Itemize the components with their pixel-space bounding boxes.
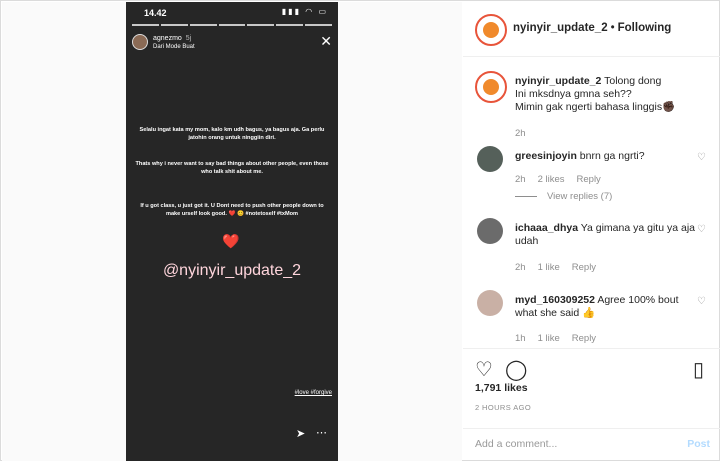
- comment-like-icon[interactable]: ♡: [697, 296, 706, 307]
- story-subtitle: Dari Mode Buat: [153, 44, 195, 50]
- comment-meta: 2h 2 likes Reply: [515, 174, 601, 185]
- instagram-post-window: 14.42 ▮▮▮ ◠ ▭ agnezmo 5j Dari Mode Buat ✕…: [0, 0, 720, 461]
- story-username: agnezmo 5j: [153, 35, 192, 42]
- comment-icon[interactable]: ◯: [505, 357, 527, 382]
- comment-meta: 1h 1 like Reply: [515, 333, 596, 344]
- comment-likes[interactable]: 1 like: [538, 262, 560, 273]
- comment-like-icon[interactable]: ♡: [697, 152, 706, 163]
- story-progress-bars: [132, 24, 333, 26]
- add-comment-input[interactable]: Add a comment...: [475, 438, 557, 450]
- comment-time[interactable]: 2h: [515, 174, 526, 185]
- comment-reply-button[interactable]: Reply: [577, 174, 601, 185]
- comment-avatar[interactable]: [477, 218, 503, 244]
- comments-list: nyinyir_update_2 Tolong dong Ini mksdnya…: [463, 58, 720, 347]
- wifi-icon: ◠: [305, 7, 315, 16]
- send-icon: ➤: [296, 428, 306, 440]
- story-clock: 14.42: [144, 8, 167, 18]
- comment-username[interactable]: greesinjoyin: [515, 150, 577, 162]
- comment-username[interactable]: myd_160309252: [515, 294, 595, 306]
- more-icon: ⋯: [316, 427, 327, 439]
- post-actions: ♡ ◯ ▯ 1,791 likes 2 HOURS AGO: [463, 348, 720, 428]
- comment-time[interactable]: 2h: [515, 262, 526, 273]
- story-heart: ❤️: [222, 233, 240, 249]
- story-time: 5j: [185, 35, 192, 42]
- story-paragraph-3: If u got class, u just got it. U Dont ne…: [140, 203, 324, 217]
- comment-row: greesinjoyin bnrn ga ngrti?: [515, 150, 685, 163]
- caption-username[interactable]: nyinyir_update_2: [515, 75, 601, 87]
- comment-likes[interactable]: 2 likes: [538, 174, 565, 185]
- comment-time[interactable]: 1h: [515, 333, 526, 344]
- view-replies-button[interactable]: View replies (7): [515, 191, 612, 202]
- signal-icon: ▮▮▮: [281, 7, 301, 16]
- comment-avatar[interactable]: [477, 146, 503, 172]
- heart-icon[interactable]: ♡: [475, 357, 493, 382]
- caption: nyinyir_update_2 Tolong dong Ini mksdnya…: [515, 75, 710, 114]
- comment-row: myd_160309252 Agree 100% bout what she s…: [515, 294, 695, 320]
- header-separator: •: [610, 22, 615, 34]
- comment-text: bnrn ga ngrti?: [579, 150, 645, 162]
- story-paragraph-2: Thats why i never want to say bad things…: [135, 161, 329, 175]
- close-icon: ✕: [320, 33, 332, 49]
- add-comment-bar: Add a comment... Post: [463, 428, 720, 461]
- caption-time[interactable]: 2h: [515, 128, 526, 139]
- caption-meta: 2h: [515, 128, 526, 139]
- header-username[interactable]: nyinyir_update_2: [513, 22, 608, 34]
- status-icons: ▮▮▮ ◠ ▭: [282, 7, 328, 16]
- caption-avatar[interactable]: [475, 71, 507, 103]
- story-tags: #love #forgive: [294, 390, 332, 396]
- post-timestamp[interactable]: 2 HOURS AGO: [475, 403, 531, 412]
- comment-reply-button[interactable]: Reply: [572, 262, 596, 273]
- comment-likes[interactable]: 1 like: [538, 333, 560, 344]
- comment-avatar[interactable]: [477, 290, 503, 316]
- comment-username[interactable]: ichaaa_dhya: [515, 222, 578, 234]
- story-paragraph-1: Selalu ingat kata my mom, kalo km udh ba…: [139, 127, 325, 141]
- post-header: nyinyir_update_2 • Following: [463, 2, 720, 57]
- battery-icon: ▭: [318, 7, 328, 16]
- following-button[interactable]: Following: [618, 22, 672, 34]
- story-screenshot: 14.42 ▮▮▮ ◠ ▭ agnezmo 5j Dari Mode Buat ✕…: [126, 2, 338, 461]
- story-mention: @nyinyir_update_2: [162, 262, 302, 279]
- comment-meta: 2h 1 like Reply: [515, 262, 596, 273]
- bookmark-icon[interactable]: ▯: [693, 357, 704, 382]
- comment-reply-button[interactable]: Reply: [572, 333, 596, 344]
- comment-like-icon[interactable]: ♡: [697, 224, 706, 235]
- post-button[interactable]: Post: [687, 438, 710, 450]
- likes-count[interactable]: 1,791 likes: [475, 382, 528, 394]
- comment-row: ichaaa_dhya Ya gimana ya gitu ya aja uda…: [515, 222, 695, 248]
- story-avatar: [132, 34, 148, 50]
- avatar[interactable]: [475, 14, 507, 46]
